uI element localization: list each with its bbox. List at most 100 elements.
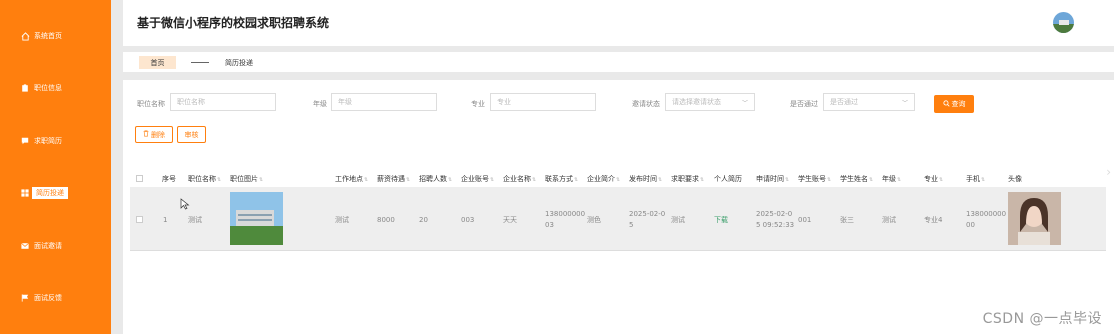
column-header[interactable]: 头像 <box>1008 174 1022 184</box>
column-header[interactable]: 工作地点⇅ <box>335 174 368 184</box>
job-name-placeholder: 职位名称 <box>177 98 205 106</box>
sidebar-item-invites[interactable]: 面试邀请 <box>0 235 111 257</box>
sidebar-item-label: 面试邀请 <box>34 242 62 250</box>
mail-icon <box>20 241 30 251</box>
column-header[interactable]: 薪资待遇⇅ <box>377 174 410 184</box>
invite-status-label: 邀请状态 <box>632 100 660 108</box>
delete-button[interactable]: 删除 <box>135 126 173 143</box>
sidebar-item-home[interactable]: 系统首页 <box>0 25 111 47</box>
breadcrumb: 首页 简历投递 <box>123 52 1114 72</box>
major-placeholder: 专业 <box>497 98 511 106</box>
home-icon <box>20 31 30 41</box>
top-header: 基于微信小程序的校园求职招聘系统 <box>123 0 1114 46</box>
sidebar-item-label: 职位信息 <box>34 84 62 92</box>
column-header[interactable]: 学生姓名⇅ <box>840 174 873 184</box>
column-header[interactable]: 企业账号⇅ <box>461 174 494 184</box>
cell-publish-line1: 2025-02-0 <box>629 210 666 218</box>
chevron-down-icon: ﹀ <box>741 100 748 107</box>
column-header[interactable]: 企业名称⇅ <box>503 174 536 184</box>
cell-headcount: 20 <box>419 216 428 224</box>
download-resume-link[interactable]: 下载 <box>714 215 728 225</box>
column-header[interactable]: 专业⇅ <box>924 174 943 184</box>
cell-grade: 测试 <box>882 216 896 224</box>
grade-label: 年级 <box>313 100 327 108</box>
cell-company-account: 003 <box>461 216 475 224</box>
sidebar-item-feedback[interactable]: 面试反馈 <box>0 287 111 309</box>
column-header[interactable]: 职位名称⇅ <box>188 174 221 184</box>
column-header[interactable]: 企业简介⇅ <box>587 174 620 184</box>
approved-label: 是否通过 <box>790 100 818 108</box>
column-header[interactable]: 申请时间⇅ <box>756 174 789 184</box>
tab-home[interactable]: 首页 <box>139 56 176 69</box>
review-label: 审核 <box>184 130 199 139</box>
flag-icon <box>20 293 30 303</box>
page-title: 基于微信小程序的校园求职招聘系统 <box>137 16 330 30</box>
cell-location: 测试 <box>335 216 349 224</box>
job-image <box>230 192 283 245</box>
cell-index: 1 <box>163 216 168 224</box>
tab-current[interactable]: 简历投递 <box>225 56 253 69</box>
cell-salary: 8000 <box>377 216 395 224</box>
column-header[interactable]: 序号 <box>162 174 176 184</box>
table-row[interactable]: 1 测试 测试 8000 20 003 天天 138000000 03 测色 2… <box>130 188 1106 251</box>
review-button[interactable]: 审核 <box>177 126 206 143</box>
cell-phone-line1: 138000000 <box>966 210 1007 218</box>
mouse-cursor-icon <box>180 195 190 210</box>
major-input[interactable]: 专业 <box>490 93 596 111</box>
grade-placeholder: 年级 <box>338 98 352 106</box>
cell-publish-line2: 5 <box>629 221 634 229</box>
user-avatar[interactable] <box>1053 12 1074 33</box>
sidebar-item-resumes[interactable]: 求职简历 <box>0 130 111 152</box>
column-header[interactable]: 联系方式⇅ <box>545 174 578 184</box>
column-header[interactable]: 个人简历 <box>714 174 742 184</box>
chevron-down-icon: ﹀ <box>901 100 908 107</box>
invite-status-placeholder: 请选择邀请状态 <box>672 98 721 106</box>
table-header: 序号 职位名称⇅ 职位图片⇅ 工作地点⇅ 薪资待遇⇅ 招聘人数⇅ 企业账号⇅ 企… <box>130 170 1106 188</box>
cell-contact-line2: 03 <box>545 221 554 229</box>
cell-contact-line1: 138000000 <box>545 210 586 218</box>
delete-label: 删除 <box>151 130 165 139</box>
sidebar: 系统首页 职位信息 求职简历 简历投递 面试邀请 面试反馈 <box>0 0 111 334</box>
trash-icon <box>143 130 149 139</box>
column-header[interactable]: 招聘人数⇅ <box>419 174 452 184</box>
sidebar-item-delivery[interactable]: 简历投递 <box>0 182 111 204</box>
cell-job-name: 测试 <box>188 216 202 224</box>
major-label: 专业 <box>471 100 485 108</box>
cell-phone-line2: 00 <box>966 221 975 229</box>
cell-apply-line2: 5 09:52:33 <box>756 221 795 229</box>
watermark: CSDN @一点毕设 <box>982 311 1102 327</box>
cell-student-account: 001 <box>798 216 812 224</box>
sidebar-item-jobs[interactable]: 职位信息 <box>0 77 111 99</box>
cell-requirement: 测试 <box>671 216 685 224</box>
grid-icon <box>20 188 30 198</box>
chevron-right-icon[interactable]: › <box>1106 165 1111 179</box>
grade-input[interactable]: 年级 <box>331 93 437 111</box>
comment-icon <box>20 136 30 146</box>
column-header[interactable]: 职位图片⇅ <box>230 174 263 184</box>
sidebar-item-label: 面试反馈 <box>34 294 62 302</box>
cell-student-name: 张三 <box>840 216 854 224</box>
approved-placeholder: 是否通过 <box>830 98 858 106</box>
column-header[interactable]: 求职要求⇅ <box>671 174 704 184</box>
main-panel: 职位名称 职位名称 年级 年级 专业 专业 邀请状态 请选择邀请状态 ﹀ 是否通… <box>123 80 1114 334</box>
cell-major: 专业4 <box>924 216 943 224</box>
search-icon <box>942 99 950 109</box>
job-name-label: 职位名称 <box>137 100 165 108</box>
approved-select[interactable]: 是否通过 ﹀ <box>823 93 915 111</box>
student-avatar <box>1008 192 1061 245</box>
column-header[interactable]: 学生账号⇅ <box>798 174 831 184</box>
query-label: 查询 <box>951 100 966 108</box>
job-name-input[interactable]: 职位名称 <box>170 93 276 111</box>
column-header[interactable]: 手机⇅ <box>966 174 985 184</box>
cell-apply-line1: 2025-02-0 <box>756 210 793 218</box>
cell-company-name: 天天 <box>503 216 517 224</box>
query-button[interactable]: 查询 <box>934 95 974 113</box>
cell-intro: 测色 <box>587 216 601 224</box>
sidebar-item-label: 求职简历 <box>34 137 62 145</box>
invite-status-select[interactable]: 请选择邀请状态 ﹀ <box>665 93 755 111</box>
column-header[interactable]: 年级⇅ <box>882 174 901 184</box>
select-all-checkbox[interactable] <box>136 175 143 182</box>
row-checkbox[interactable] <box>136 216 143 223</box>
sidebar-item-label: 系统首页 <box>34 32 62 40</box>
column-header[interactable]: 发布时间⇅ <box>629 174 662 184</box>
